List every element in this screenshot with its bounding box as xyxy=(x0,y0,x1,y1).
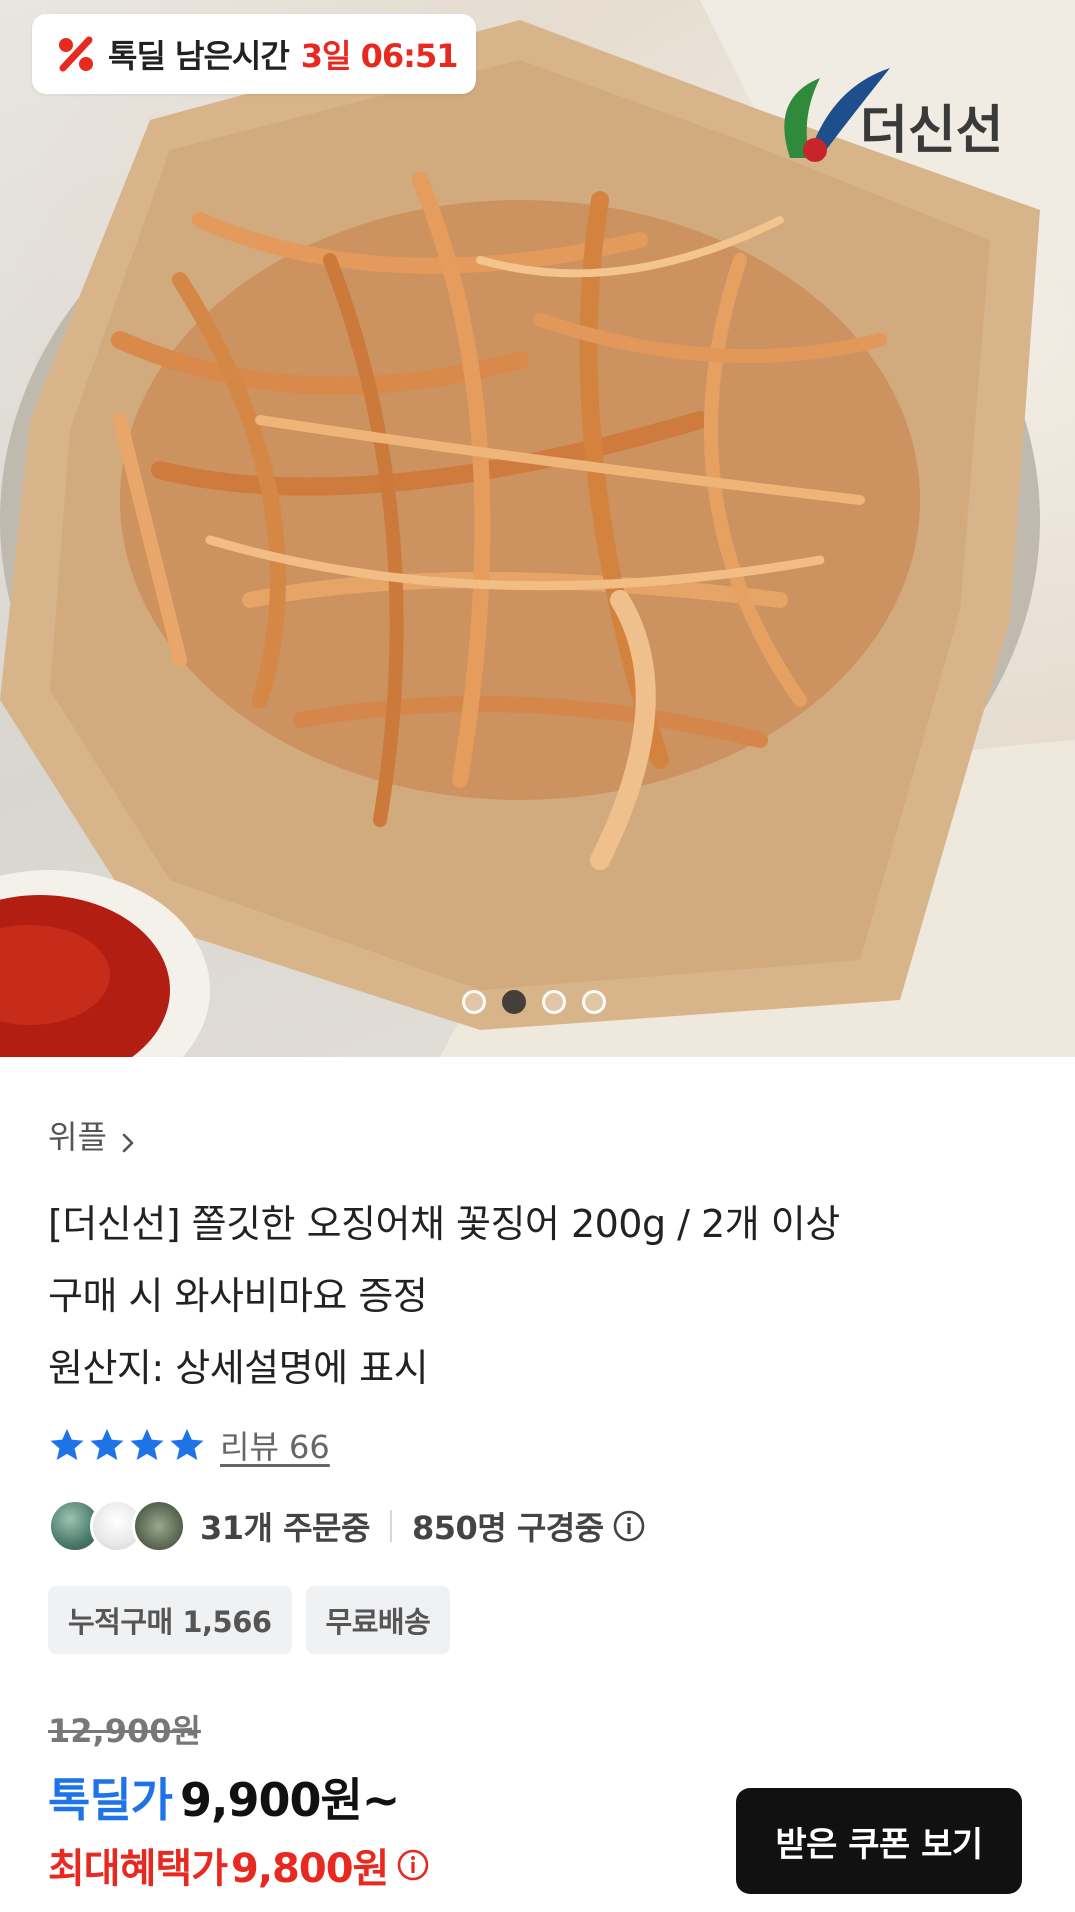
carousel-indicator xyxy=(462,990,606,1014)
timer-label: 톡딜 남은시간 xyxy=(108,37,290,75)
deal-price-label: 톡딜가 xyxy=(48,1773,173,1827)
info-icon[interactable] xyxy=(396,1848,430,1882)
original-price: 12,900원 xyxy=(48,1712,201,1750)
percent-icon xyxy=(54,32,98,76)
star-icon xyxy=(130,1428,164,1461)
watching-count: 850명 구경중 xyxy=(411,1509,604,1547)
carousel-dot-active[interactable] xyxy=(502,990,526,1014)
view-coupons-button[interactable]: 받은 쿠폰 보기 xyxy=(736,1788,1022,1894)
seller-breadcrumb[interactable]: 위플 xyxy=(48,1112,139,1158)
product-title-line: 구매 시 와사비마요 증정 xyxy=(48,1274,428,1318)
deal-price: 9,900원~ xyxy=(179,1773,400,1827)
brand-name: 더신선 xyxy=(860,101,1004,161)
product-page: 톡딜 남은시간 3일 06:51 더신선 위플 [더신선] 쫄깃한 오징어채 꽃… xyxy=(0,0,1075,1912)
max-benefit-price: 9,800원 xyxy=(231,1846,389,1892)
timer-value: 3일 06:51 xyxy=(300,37,459,75)
carousel-dot[interactable] xyxy=(462,990,486,1014)
star-icon xyxy=(50,1428,84,1461)
deal-timer: 톡딜 남은시간 3일 06:51 xyxy=(32,14,476,94)
carousel-dot[interactable] xyxy=(542,990,566,1014)
avatar xyxy=(132,1499,186,1553)
divider xyxy=(389,1510,392,1542)
deal-price-row: 톡딜가 9,900원~ xyxy=(48,1764,400,1830)
chevron-right-icon xyxy=(117,1124,139,1153)
badge-free-shipping: 무료배송 xyxy=(305,1586,451,1654)
order-activity: 31개 주문중 850명 구경중 xyxy=(48,1496,646,1556)
buyer-avatars xyxy=(48,1499,186,1553)
star-icon xyxy=(170,1428,204,1461)
seller-name: 위플 xyxy=(48,1118,107,1156)
review-summary[interactable]: 리뷰 66 xyxy=(48,1422,330,1468)
rating-stars xyxy=(48,1426,206,1464)
badge-cumulative-purchases: 누적구매 1,566 xyxy=(48,1586,292,1654)
carousel-dot[interactable] xyxy=(582,990,606,1014)
brand-logo: 더신선 xyxy=(760,58,1030,168)
product-title-line: [더신선] 쫄깃한 오징어채 꽃징어 200g / 2개 이상 xyxy=(48,1202,840,1246)
info-icon[interactable] xyxy=(612,1509,646,1543)
review-count-link[interactable]: 리뷰 66 xyxy=(220,1422,330,1468)
ordering-count: 31개 주문중 xyxy=(200,1509,370,1547)
product-origin: 원산지: 상세설명에 표시 xyxy=(48,1346,429,1390)
max-benefit-label: 최대혜택가 xyxy=(48,1846,228,1892)
product-badges: 누적구매 1,566 무료배송 xyxy=(48,1586,451,1654)
product-title: [더신선] 쫄깃한 오징어채 꽃징어 200g / 2개 이상 구매 시 와사비… xyxy=(48,1188,1038,1404)
max-benefit-price-row: 최대혜택가 9,800원 xyxy=(48,1836,430,1894)
star-icon xyxy=(90,1428,124,1461)
product-image-carousel[interactable]: 톡딜 남은시간 3일 06:51 더신선 xyxy=(0,0,1075,1057)
